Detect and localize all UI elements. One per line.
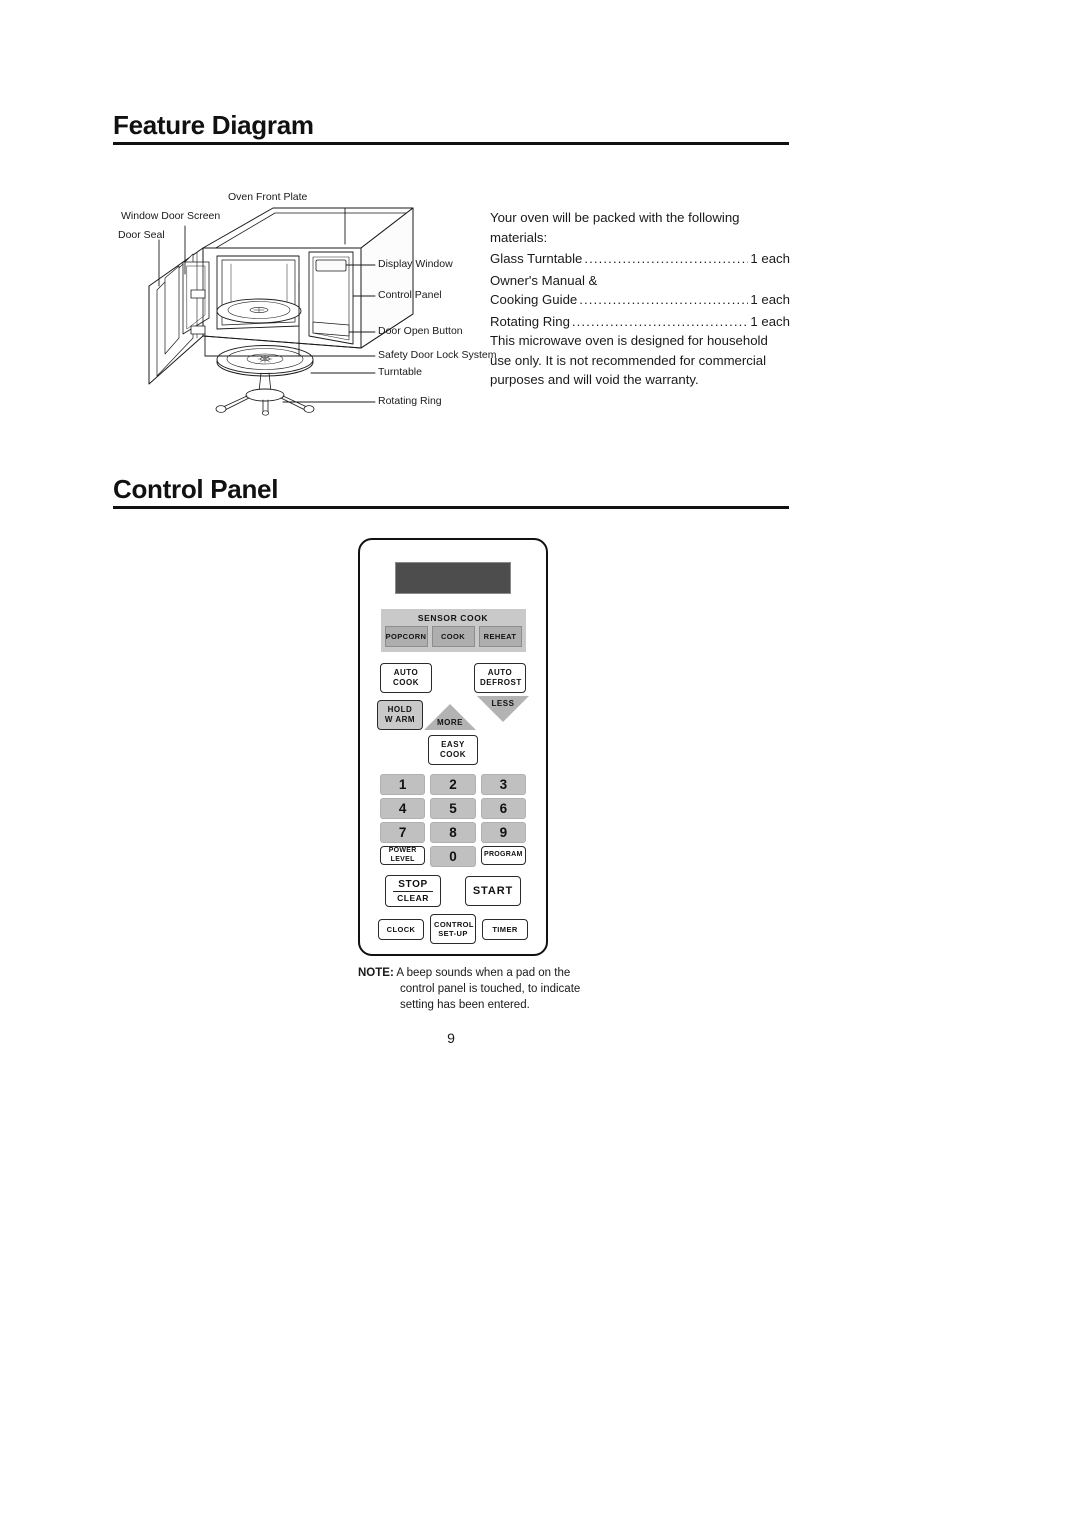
callout-door-seal: Door Seal (118, 229, 165, 241)
packing-item-qty: 1 each (750, 313, 790, 329)
easy-cook-line2: COOK (440, 750, 466, 759)
clock-line1: CLOCK (386, 924, 416, 934)
packing-intro: Your oven will be packed with the follow… (490, 210, 740, 245)
callout-oven-front-plate: Oven Front Plate (228, 191, 308, 203)
clear-label: CLEAR (397, 893, 429, 903)
control-setup-line1: CONTROL (434, 920, 474, 929)
program-button[interactable]: PROGRAM (480, 846, 526, 865)
callout-turntable: Turntable (378, 366, 422, 378)
page-title-control-panel: Control Panel (113, 474, 279, 504)
auto-cook-line1: AUTO (393, 668, 419, 677)
timer-button[interactable]: TIMER (482, 918, 528, 940)
packing-item-qty: 1 each (750, 251, 790, 267)
key-0[interactable]: 0 (430, 846, 476, 867)
packing-item-cooking-guide: Cooking Guide ..........................… (490, 290, 790, 310)
key-4[interactable]: 4 (380, 798, 426, 819)
easy-cook-line1: EASY (441, 740, 465, 749)
key-6[interactable]: 6 (480, 798, 526, 819)
key-5[interactable]: 5 (430, 798, 476, 819)
easy-cook-button[interactable]: EASY COOK (428, 735, 478, 765)
control-panel-note: NOTE: A beep sounds when a pad on the co… (358, 966, 638, 1014)
callout-window-door-screen: Window Door Screen (121, 210, 221, 222)
hold-warm-line1: HOLD (387, 705, 413, 714)
note-line-2: control panel is touched, to indicate (400, 982, 581, 995)
cook-button[interactable]: COOK (431, 626, 475, 647)
sensor-cook-label: SENSOR COOK (417, 613, 489, 623)
packing-item-name: Cooking Guide (490, 292, 578, 308)
packing-item-name: Owner's Manual & (490, 272, 598, 288)
less-label: LESS (491, 699, 515, 708)
auto-defrost-button[interactable]: AUTO DEFROST (474, 663, 526, 693)
note-line-3: setting has been entered. (400, 998, 530, 1011)
leader-dots: ........................................… (579, 292, 748, 308)
key-7[interactable]: 7 (380, 822, 426, 843)
key-8[interactable]: 8 (430, 822, 476, 843)
power-level-button[interactable]: POWER LEVEL (380, 846, 426, 865)
more-label: MORE (437, 718, 463, 727)
note-line-1: A beep sounds when a pad on the (396, 967, 571, 979)
callout-control-panel: Control Panel (378, 289, 442, 301)
hold-warm-button[interactable]: HOLD W ARM (377, 700, 423, 730)
display-screen (395, 562, 511, 594)
more-button[interactable]: MORE (424, 704, 476, 730)
page-number-value: 9 (447, 1030, 455, 1046)
leader-dots: ........................................… (584, 251, 748, 267)
sensor-cook-group: SENSOR COOK POPCORN COOK REHEAT (380, 609, 526, 652)
packing-materials-text: Your oven will be packed with the follow… (490, 208, 790, 391)
control-panel-section-heading: Control Panel (113, 474, 789, 510)
power-level-line1: POWER (388, 847, 417, 855)
clock-button[interactable]: CLOCK (378, 918, 424, 940)
key-9[interactable]: 9 (480, 822, 526, 843)
callout-safety-door-lock-system: Safety Door Lock System (378, 349, 497, 361)
number-keypad: 1 2 3 4 5 6 7 8 9 POWER LEVEL 0 PROGRAM (380, 774, 526, 867)
page-number: 9 (0, 1030, 1080, 1046)
key-2[interactable]: 2 (430, 774, 476, 795)
popcorn-button[interactable]: POPCORN (384, 626, 428, 647)
auto-defrost-line1: AUTO (487, 668, 513, 677)
feature-diagram-section-heading: Feature Diagram (113, 110, 789, 146)
key-3[interactable]: 3 (480, 774, 526, 795)
callout-door-open-button: Door Open Button (378, 325, 463, 337)
control-setup-button[interactable]: CONTROL SET-UP (430, 914, 476, 944)
note-label: NOTE: (358, 967, 394, 979)
heading-rule (113, 506, 789, 510)
hold-warm-line2: W ARM (384, 715, 416, 724)
control-panel-graphic: SENSOR COOK POPCORN COOK REHEAT AUTO COO… (358, 538, 548, 956)
key-1[interactable]: 1 (380, 774, 426, 795)
stop-clear-button[interactable]: STOP CLEAR (385, 875, 441, 907)
timer-line1: TIMER (492, 924, 518, 934)
callout-rotating-ring: Rotating Ring (378, 395, 442, 407)
stop-label: STOP (393, 879, 433, 892)
start-button[interactable]: START (465, 876, 521, 906)
packing-item-owners-manual: Owner's Manual & (490, 271, 790, 291)
packing-item-name: Glass Turntable (490, 251, 583, 267)
auto-cook-line2: COOK (393, 678, 419, 687)
control-setup-line2: SET-UP (438, 929, 468, 938)
microwave-feature-illustration: Oven Front Plate Window Door Screen Door… (113, 186, 496, 426)
packing-disclaimer: This microwave oven is designed for hous… (490, 333, 768, 388)
callout-display-window: Display Window (378, 258, 453, 270)
packing-item-rotating-ring: Rotating Ring ..........................… (490, 312, 790, 332)
manual-page: Feature Diagram Oven Front Plate Window … (0, 0, 1080, 1527)
auto-defrost-line2: DEFROST (480, 678, 522, 687)
reheat-button[interactable]: REHEAT (478, 626, 522, 647)
leader-dots: ........................................… (571, 313, 749, 329)
heading-rule (113, 142, 789, 146)
less-button[interactable]: LESS (477, 696, 529, 722)
packing-item-qty: 1 each (750, 292, 790, 308)
auto-cook-button[interactable]: AUTO COOK (380, 663, 432, 693)
packing-item-glass-turntable: Glass Turntable ........................… (490, 249, 790, 269)
power-level-line2: LEVEL (390, 855, 415, 863)
packing-item-name: Rotating Ring (490, 313, 570, 329)
page-title-feature-diagram: Feature Diagram (113, 110, 314, 140)
